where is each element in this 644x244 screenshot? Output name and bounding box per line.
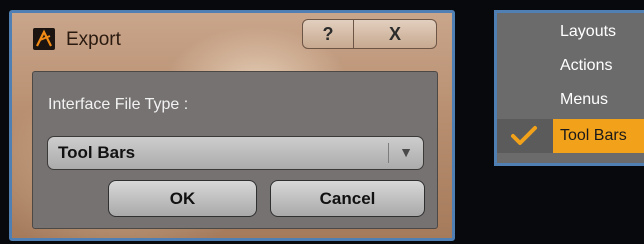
title-bar[interactable]: Export ? X	[12, 13, 452, 65]
cancel-button[interactable]: Cancel	[270, 180, 425, 217]
menu-item-label: Actions	[560, 57, 613, 74]
menu-item-menus[interactable]: Menus	[497, 83, 644, 117]
export-dialog: Export ? X Interface File Type : Tool Ba…	[9, 10, 455, 241]
menu-item-label: Layouts	[560, 23, 617, 40]
ok-button[interactable]: OK	[108, 180, 257, 217]
dropdown-arrow-icon[interactable]: ▼	[394, 144, 418, 160]
close-button[interactable]: X	[353, 19, 437, 49]
menu-item-actions[interactable]: Actions	[497, 49, 644, 83]
interface-file-type-label: Interface File Type :	[48, 96, 189, 113]
app-logo-icon	[33, 28, 55, 50]
checkmark-icon	[497, 119, 553, 153]
menu-item-layouts[interactable]: Layouts	[497, 15, 644, 49]
dropdown-divider	[388, 143, 389, 163]
menu-item-tool-bars[interactable]: Tool Bars	[497, 119, 644, 153]
file-type-dropdown[interactable]: Tool Bars ▼	[47, 136, 424, 170]
file-type-menu: Layouts Actions Menus Tool Bars	[494, 10, 644, 166]
dialog-title: Export	[66, 29, 121, 50]
menu-item-label: Menus	[560, 91, 609, 108]
help-icon: ?	[322, 23, 334, 44]
menu-item-label: Tool Bars	[560, 127, 627, 144]
help-button[interactable]: ?	[302, 19, 354, 49]
export-panel: Interface File Type : Tool Bars ▼ OK Can…	[32, 71, 438, 229]
file-type-value: Tool Bars	[58, 143, 136, 162]
close-icon: X	[388, 23, 401, 44]
